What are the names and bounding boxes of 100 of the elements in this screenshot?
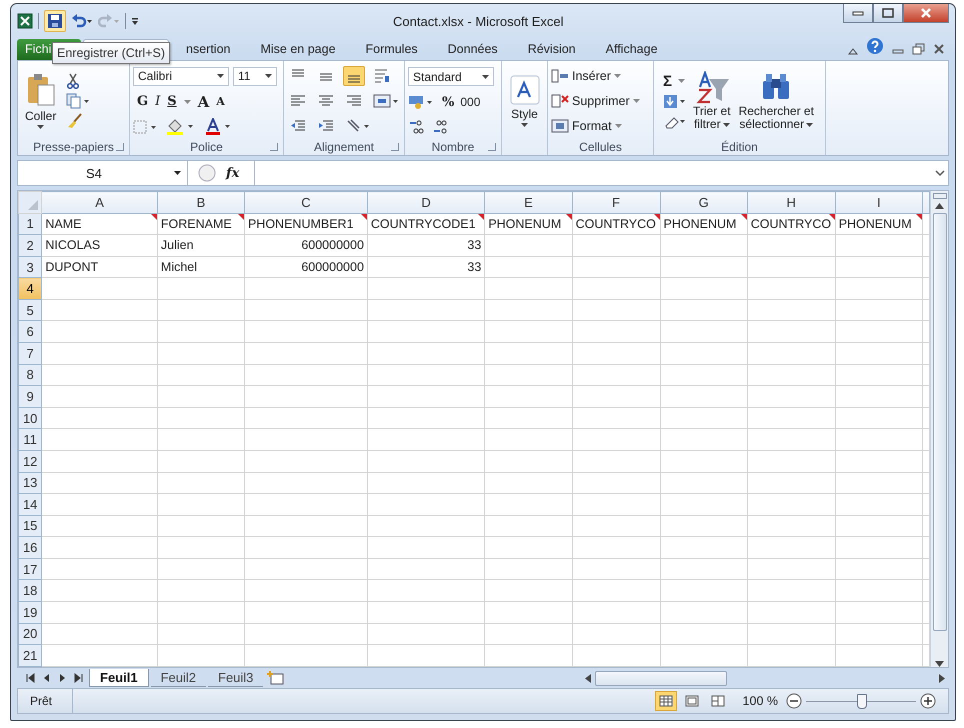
paste-button[interactable]: Coller — [21, 71, 60, 131]
insert-function-button[interactable]: fx — [226, 166, 248, 180]
zoom-slider[interactable] — [857, 694, 867, 708]
row-header[interactable]: 18 — [18, 580, 42, 602]
row-header[interactable]: 6 — [18, 320, 42, 343]
row-header[interactable]: 1 — [18, 213, 42, 235]
font-name-field[interactable]: Calibri — [133, 66, 229, 86]
shrink-font-button[interactable]: A — [216, 95, 225, 108]
ribbon-tab[interactable]: Révision — [512, 39, 591, 60]
dropdown-arrow-icon[interactable] — [521, 123, 528, 127]
close-icon[interactable] — [933, 43, 945, 55]
excel-logo-icon[interactable] — [17, 13, 33, 29]
dialog-launcher-icon[interactable] — [391, 143, 399, 151]
sheet-tab[interactable]: Feuil3 — [208, 669, 264, 687]
format-cells-icon[interactable] — [551, 119, 569, 134]
align-bottom-icon[interactable] — [343, 66, 365, 86]
clipboard-icon[interactable] — [26, 73, 56, 107]
column-header[interactable]: H — [747, 192, 836, 214]
font-size-field[interactable]: 11 — [233, 66, 277, 86]
ribbon-tab[interactable]: Formules — [350, 39, 433, 60]
maximize-icon[interactable] — [882, 8, 894, 18]
row-header[interactable]: 3 — [18, 256, 42, 278]
row-header[interactable]: 13 — [18, 472, 42, 494]
row-header[interactable]: 2 — [18, 234, 42, 256]
column-header[interactable]: G — [660, 192, 748, 214]
column-header[interactable]: I — [835, 192, 922, 214]
sort-filter-button[interactable]: Trier et filtrer — [691, 71, 733, 131]
underline-button[interactable]: S — [167, 94, 177, 109]
row-header[interactable]: 4 — [18, 278, 42, 300]
dialog-launcher-icon[interactable] — [116, 143, 124, 151]
increase-decimal-icon[interactable] — [408, 118, 426, 135]
sheet-tab[interactable]: Feuil2 — [150, 669, 206, 687]
minimize-icon[interactable] — [852, 10, 864, 16]
restore-icon[interactable] — [912, 43, 925, 55]
ribbon-tab[interactable]: nsertion — [171, 39, 246, 60]
format-cells-button[interactable]: Format — [551, 119, 650, 134]
thousands-button[interactable]: 000 — [460, 95, 480, 110]
delete-cells-icon[interactable] — [551, 94, 569, 108]
style-icon[interactable] — [510, 75, 540, 105]
find-select-button[interactable]: Rechercher et sélectionner — [736, 71, 816, 131]
zoom-level[interactable]: 100 % — [732, 694, 782, 708]
scroll-right-icon[interactable] — [939, 674, 945, 682]
row-header[interactable]: 9 — [18, 386, 42, 408]
minimize-button[interactable] — [843, 4, 873, 23]
row-header[interactable]: 7 — [18, 342, 42, 364]
dialog-launcher-icon[interactable] — [270, 143, 278, 151]
dropdown-arrow-icon[interactable] — [37, 125, 44, 129]
sheet-tab[interactable]: Feuil1 — [89, 669, 149, 687]
insert-cells-icon[interactable] — [551, 68, 569, 83]
dropdown-arrow-icon[interactable] — [482, 74, 489, 79]
insert-cells-button[interactable]: Insérer — [551, 68, 650, 83]
close-button[interactable] — [903, 4, 949, 23]
scroll-left-icon[interactable] — [585, 674, 591, 682]
brush-icon[interactable] — [66, 113, 84, 129]
row-header[interactable]: 14 — [18, 494, 42, 516]
bold-button[interactable]: G — [137, 94, 148, 109]
row-header[interactable]: 12 — [18, 450, 42, 472]
row-header[interactable]: 8 — [18, 364, 42, 386]
column-header[interactable]: E — [484, 192, 572, 214]
row-header[interactable]: 11 — [18, 428, 42, 450]
italic-button[interactable]: I — [155, 94, 160, 109]
zoom-out-icon[interactable] — [786, 693, 802, 709]
row-header[interactable]: 17 — [18, 558, 42, 580]
customize-icon[interactable] — [131, 15, 139, 27]
row-header[interactable]: 10 — [18, 407, 42, 429]
scroll-down-icon[interactable] — [935, 661, 944, 667]
dropdown-arrow-icon[interactable] — [806, 122, 814, 126]
ribbon-tab[interactable]: Données — [432, 39, 513, 60]
dropdown-arrow-icon[interactable] — [722, 122, 730, 126]
normal-view-icon[interactable] — [654, 691, 677, 711]
borders-icon[interactable] — [133, 118, 159, 134]
percent-button[interactable]: % — [442, 94, 454, 110]
cut-icon[interactable] — [66, 73, 80, 89]
ribbon-tab[interactable]: Mise en page — [245, 39, 351, 60]
collapse-ribbon-icon[interactable] — [848, 47, 858, 55]
column-header[interactable]: D — [367, 192, 485, 214]
number-format-field[interactable]: Standard — [408, 67, 494, 86]
column-header[interactable]: F — [572, 192, 660, 214]
scrollbar-thumb[interactable] — [595, 670, 727, 686]
dropdown-arrow-icon[interactable] — [265, 74, 272, 78]
name-box[interactable]: S4 — [18, 161, 188, 185]
zoom-in-icon[interactable] — [920, 693, 936, 709]
dropdown-arrow-icon[interactable] — [217, 74, 224, 78]
grow-font-button[interactable]: A — [198, 92, 210, 110]
style-button[interactable]: Style — [506, 73, 544, 129]
row-header[interactable]: 21 — [18, 644, 42, 666]
minimize-icon[interactable] — [892, 47, 904, 55]
help-icon[interactable] — [866, 37, 884, 55]
copy-icon[interactable] — [66, 93, 90, 109]
fill-icon[interactable] — [663, 94, 687, 110]
dialog-launcher-icon[interactable] — [488, 143, 496, 151]
scroll-up-icon[interactable] — [935, 203, 944, 209]
maximize-button[interactable] — [873, 4, 903, 23]
column-header[interactable]: B — [157, 192, 244, 214]
scrollbar-thumb[interactable] — [932, 213, 946, 631]
delete-cells-button[interactable]: Supprimer — [551, 94, 650, 108]
ribbon-tab[interactable]: Affichage — [590, 39, 673, 60]
row-header[interactable]: 16 — [18, 536, 42, 558]
column-header[interactable]: A — [42, 192, 158, 214]
autosum-button[interactable]: Σ — [663, 72, 686, 90]
